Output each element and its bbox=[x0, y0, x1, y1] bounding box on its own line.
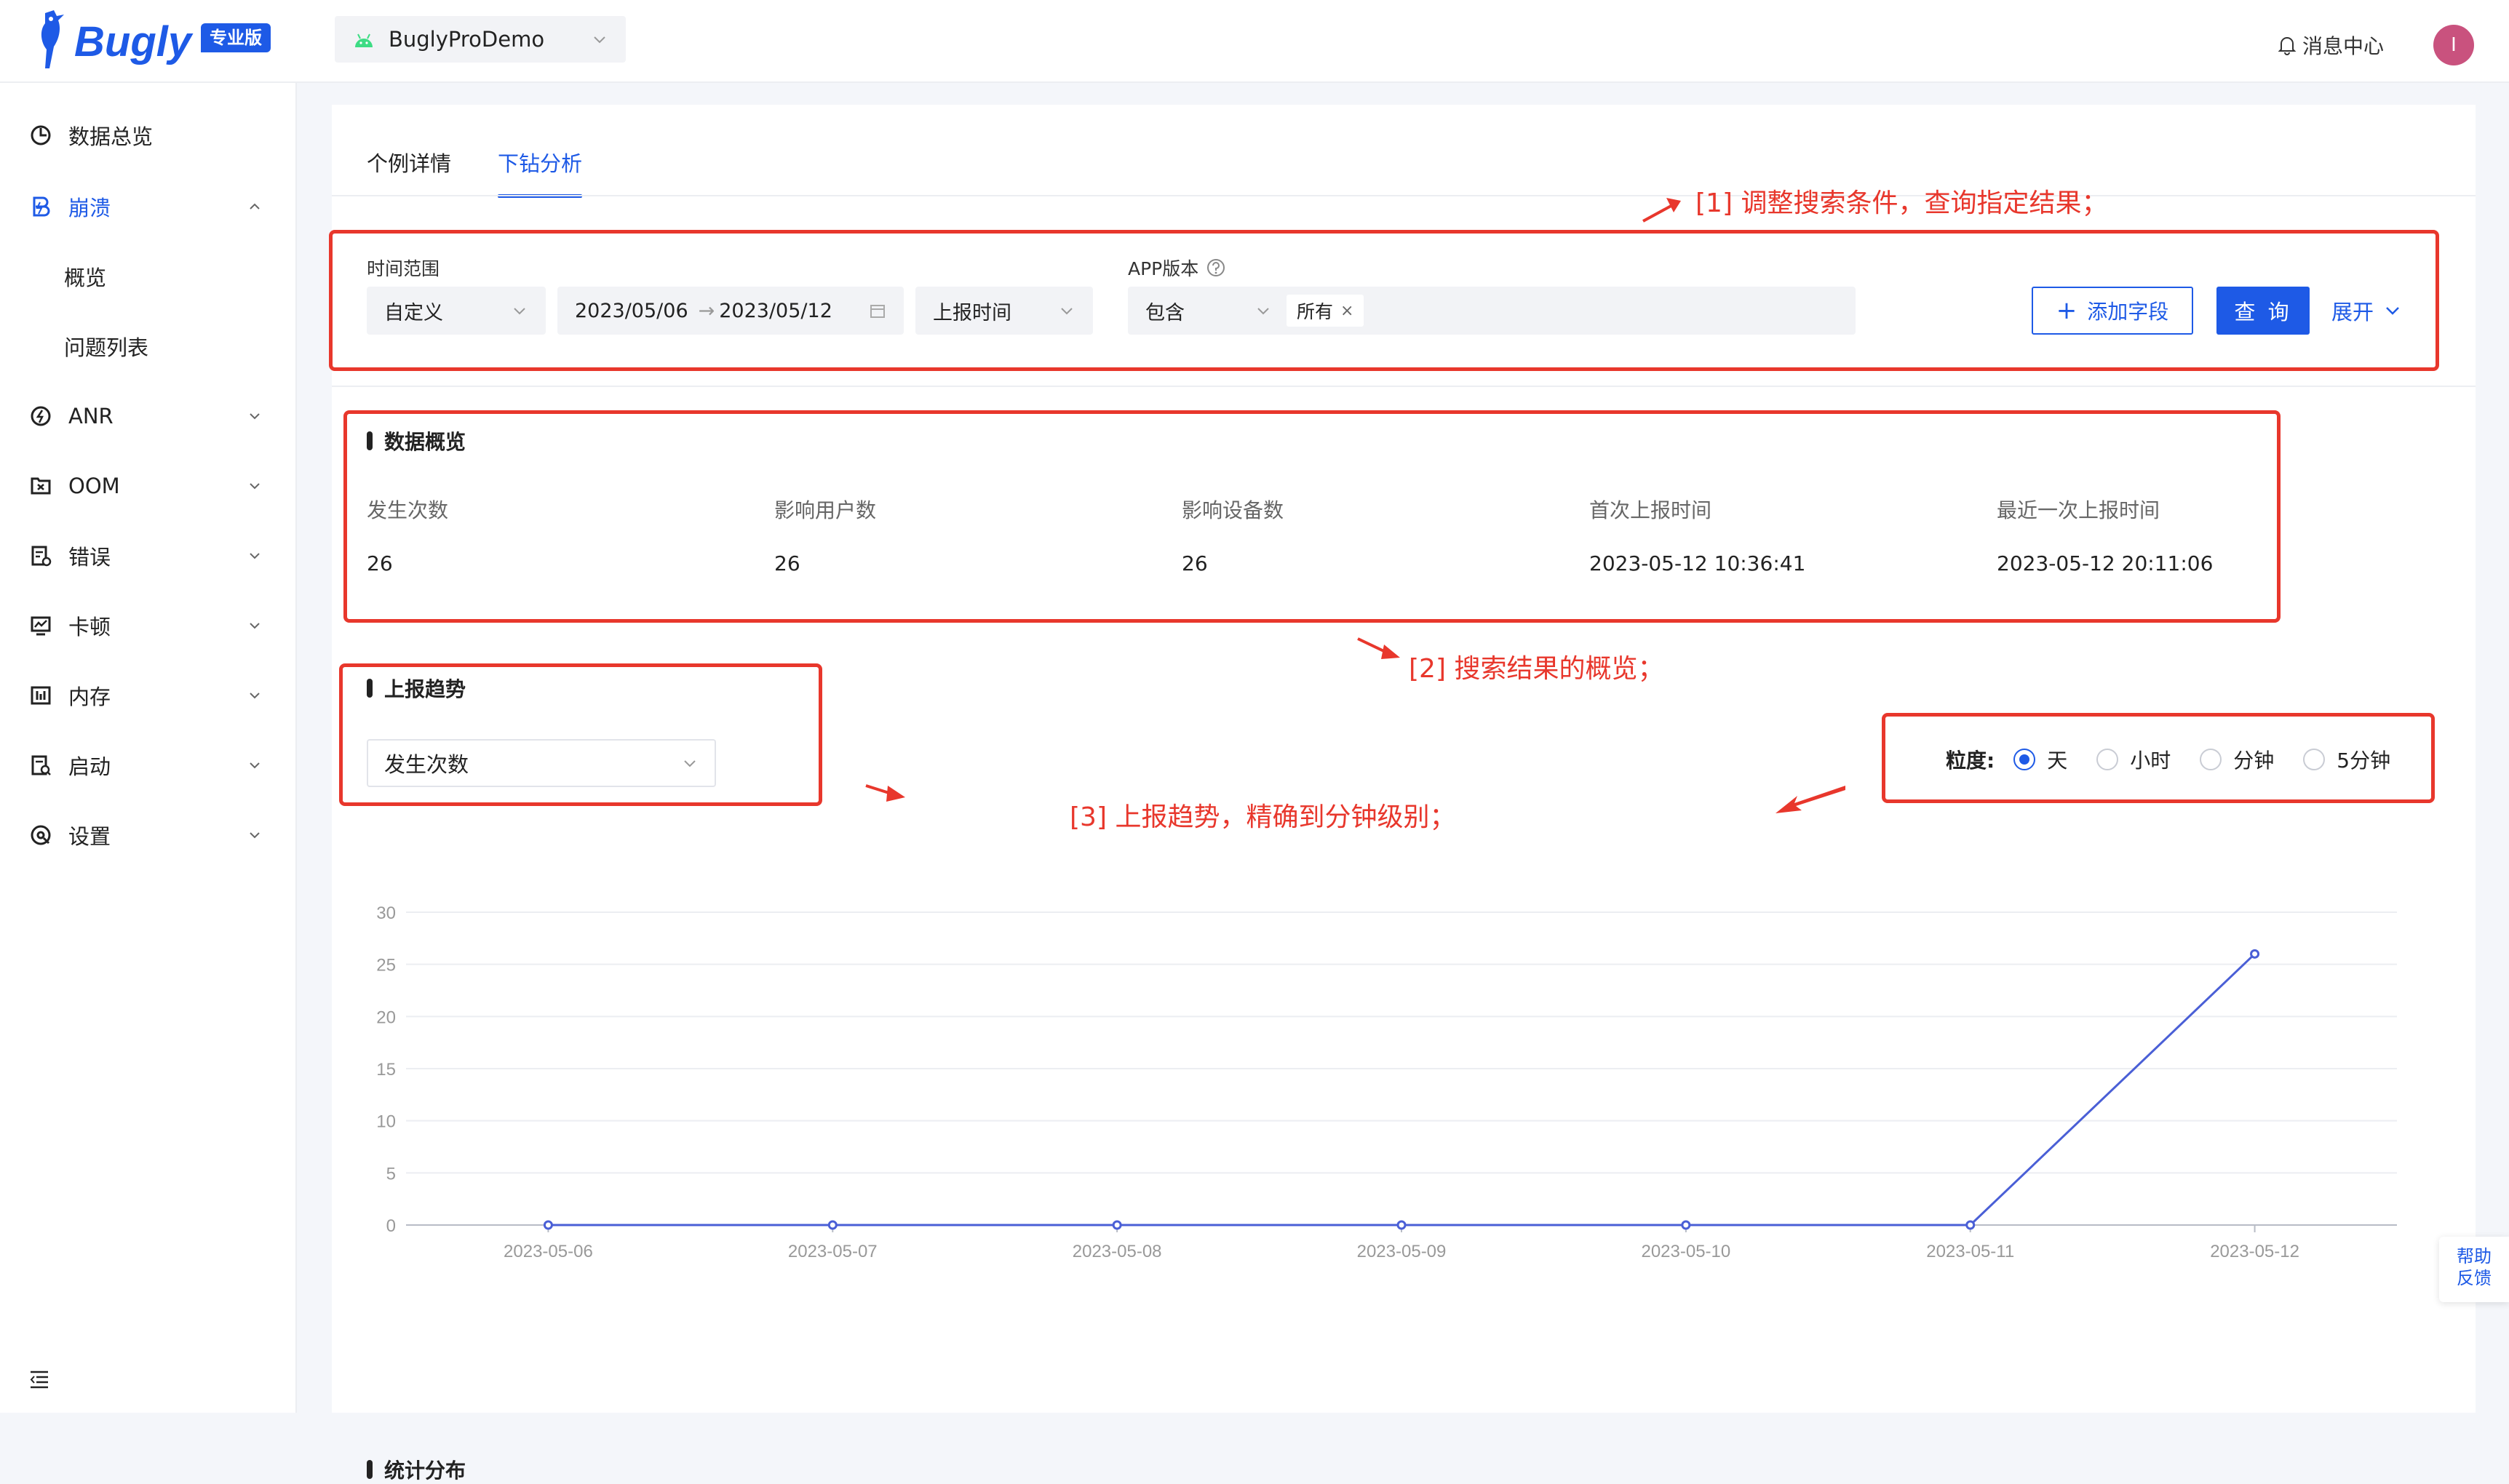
y-tick-label: 0 bbox=[386, 1216, 396, 1236]
tab-drilldown-analysis[interactable]: 下钻分析 bbox=[498, 147, 583, 198]
annotation-note-3: [3] 上报趋势，精确到分钟级别； bbox=[1070, 802, 1456, 832]
crash-icon bbox=[28, 194, 54, 220]
sidebar-item-crash[interactable]: 崩溃 bbox=[0, 177, 297, 236]
user-avatar[interactable]: I bbox=[2433, 25, 2474, 65]
sidebar-item-oom[interactable]: OOM bbox=[0, 457, 297, 515]
annotation-box-granularity bbox=[1882, 713, 2435, 803]
sidebar-item-label: 卡顿 bbox=[68, 615, 111, 639]
chevron-down-icon bbox=[250, 693, 260, 699]
annotation-box-filters bbox=[329, 230, 2439, 371]
tab-divider bbox=[332, 195, 2476, 196]
annotation-box-overview bbox=[343, 410, 2281, 623]
oom-icon bbox=[28, 473, 54, 499]
y-tick-label: 30 bbox=[376, 903, 396, 923]
sidebar-item-launch[interactable]: 启动 bbox=[0, 736, 297, 794]
chevron-down-icon bbox=[250, 553, 260, 559]
x-tick-label: 2023-05-08 bbox=[1073, 1242, 1162, 1261]
pro-badge: 专业版 bbox=[201, 23, 271, 52]
x-tick-label: 2023-05-12 bbox=[2210, 1242, 2299, 1261]
help-label: 帮助 bbox=[2457, 1246, 2492, 1266]
y-tick-label: 15 bbox=[376, 1060, 396, 1080]
tab-case-detail[interactable]: 个例详情 bbox=[367, 147, 451, 198]
section-marker bbox=[367, 1460, 373, 1479]
woodpecker-logo-icon bbox=[41, 10, 64, 68]
chevron-down-icon bbox=[250, 832, 260, 839]
x-tick-label: 2023-05-11 bbox=[1926, 1242, 2014, 1261]
trend-line-chart: 0 5 10 15 20 25 30 2023-05-06 2023-05-07 2023-05-… bbox=[376, 903, 2397, 1261]
logo-text: Bugly bbox=[74, 18, 192, 65]
data-point bbox=[1681, 1220, 1691, 1230]
sidebar-item-label: 崩溃 bbox=[68, 196, 111, 220]
error-icon bbox=[28, 543, 54, 569]
pie-chart-icon bbox=[28, 122, 54, 148]
chevron-down-icon bbox=[250, 483, 260, 490]
data-point bbox=[827, 1220, 838, 1230]
sidebar-item-label: 内存 bbox=[68, 685, 111, 709]
data-point bbox=[1965, 1220, 1976, 1230]
filter-divider bbox=[332, 386, 2476, 387]
sidebar-item-anr[interactable]: ANR bbox=[0, 387, 297, 445]
sidebar-item-label: 设置 bbox=[68, 824, 111, 849]
sidebar-item-label: 数据总览 bbox=[68, 124, 154, 149]
chevron-up-icon bbox=[250, 203, 260, 210]
y-tick-label: 5 bbox=[386, 1164, 396, 1184]
chevron-down-icon bbox=[594, 36, 605, 44]
memory-icon bbox=[28, 682, 54, 709]
annotation-arrow-icon bbox=[1357, 637, 1400, 659]
sidebar-item-crash-overview[interactable]: 概览 bbox=[0, 247, 297, 306]
message-center-link[interactable]: 消息中心 bbox=[2278, 31, 2384, 60]
sidebar-item-label: 启动 bbox=[68, 754, 111, 779]
collapse-sidebar-icon[interactable] bbox=[28, 1368, 51, 1391]
annotation-note-2: [2] 搜索结果的概览； bbox=[1409, 654, 1664, 684]
sidebar-item-settings[interactable]: 设置 bbox=[0, 806, 297, 864]
sidebar-item-label: 错误 bbox=[68, 545, 111, 570]
data-point bbox=[543, 1220, 553, 1230]
feedback-label: 反馈 bbox=[2457, 1268, 2492, 1288]
annotation-note-1: [1] 调整搜索条件，查询指定结果； bbox=[1695, 188, 2108, 218]
app-selector[interactable]: BuglyProDemo bbox=[335, 16, 626, 63]
sidebar-item-memory[interactable]: 内存 bbox=[0, 666, 297, 725]
x-tick-label: 2023-05-06 bbox=[504, 1242, 593, 1261]
y-tick-label: 10 bbox=[376, 1112, 396, 1132]
sidebar-item-label: OOM bbox=[68, 474, 120, 498]
tab-bar: 个例详情 下钻分析 bbox=[367, 147, 629, 198]
bell-icon bbox=[2278, 37, 2297, 55]
sidebar: 数据总览 崩溃 概览 问题列表 ANR OOM 错误 卡顿 内存 启动 设置 bbox=[0, 83, 297, 1413]
sidebar-item-label: 概览 bbox=[64, 266, 107, 290]
launch-icon bbox=[28, 752, 54, 778]
chevron-down-icon bbox=[250, 413, 260, 420]
annotation-arrow-icon bbox=[1642, 198, 1681, 223]
data-point bbox=[1112, 1220, 1122, 1230]
bugly-logo[interactable]: Bugly 专业版 bbox=[32, 7, 272, 77]
sidebar-item-issue-list[interactable]: 问题列表 bbox=[0, 317, 297, 375]
y-tick-label: 20 bbox=[376, 1008, 396, 1027]
distribution-section-title: 统计分布 bbox=[367, 1455, 466, 1484]
android-icon bbox=[355, 33, 373, 47]
sidebar-item-label: ANR bbox=[68, 404, 114, 428]
settings-icon bbox=[28, 822, 54, 848]
sidebar-item-error[interactable]: 错误 bbox=[0, 527, 297, 585]
x-tick-label: 2023-05-07 bbox=[788, 1242, 878, 1261]
series-line bbox=[548, 953, 2256, 1226]
annotation-box-trend-metric bbox=[339, 663, 822, 806]
annotation-arrow-icon bbox=[865, 784, 905, 802]
y-tick-label: 25 bbox=[376, 956, 396, 976]
x-tick-label: 2023-05-09 bbox=[1357, 1242, 1447, 1261]
sidebar-item-lag[interactable]: 卡顿 bbox=[0, 597, 297, 655]
chevron-down-icon bbox=[250, 623, 260, 629]
anr-icon bbox=[28, 403, 54, 429]
annotation-arrow-icon bbox=[1776, 786, 1845, 813]
sidebar-item-data-overview[interactable]: 数据总览 bbox=[0, 106, 297, 164]
app-name: BuglyProDemo bbox=[389, 27, 545, 52]
lag-icon bbox=[28, 613, 54, 639]
top-header: Bugly 专业版 BuglyProDemo 消息中心 I bbox=[0, 0, 2509, 83]
distribution-title: 统计分布 bbox=[384, 1459, 466, 1483]
chevron-down-icon bbox=[250, 762, 260, 769]
data-point bbox=[1396, 1220, 1407, 1230]
message-center-label: 消息中心 bbox=[2302, 34, 2385, 58]
x-tick-label: 2023-05-10 bbox=[1641, 1242, 1730, 1261]
help-feedback-button[interactable]: 帮助 反馈 bbox=[2439, 1237, 2509, 1302]
data-point bbox=[2250, 949, 2260, 959]
sidebar-item-label: 问题列表 bbox=[64, 335, 149, 360]
